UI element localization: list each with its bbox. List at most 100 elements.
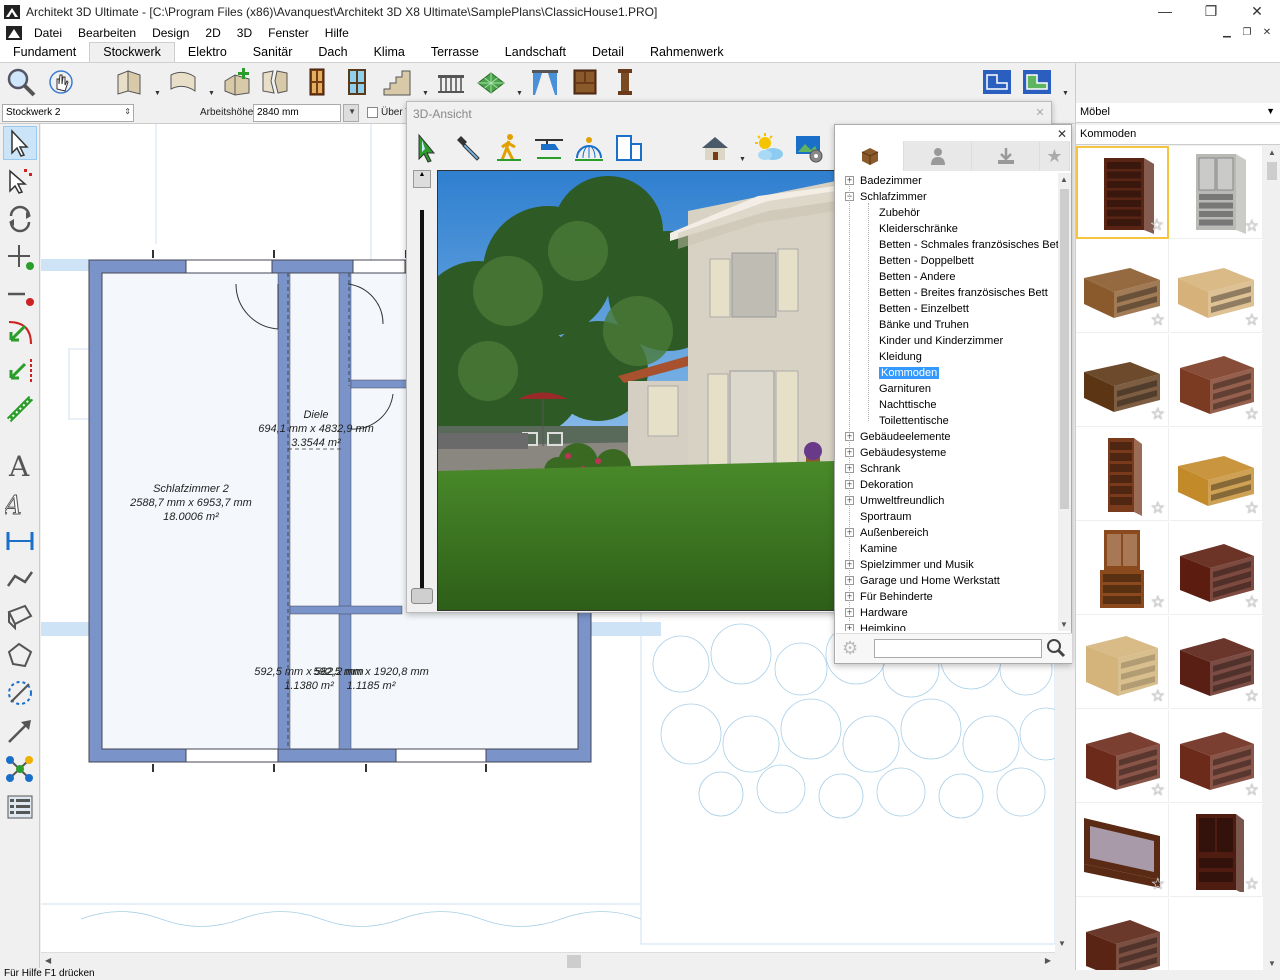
catalog-tree-scrollbar[interactable]: ▲ ▼ <box>1058 173 1071 631</box>
tree-item[interactable]: + Umweltfreundlich <box>845 493 944 509</box>
zoom-button[interactable] <box>4 65 38 99</box>
menu-3d[interactable]: 3D <box>229 26 260 40</box>
tab-detail[interactable]: Detail <box>579 43 637 62</box>
catalog-close-icon[interactable]: ✕ <box>1057 127 1067 141</box>
expand-icon[interactable]: + <box>845 624 854 631</box>
3d-render-button[interactable] <box>791 130 827 166</box>
tree-item[interactable]: − Schlafzimmer <box>845 189 927 205</box>
scroll-up-icon[interactable]: ▲ <box>1060 175 1068 184</box>
tree-item[interactable]: Betten - Einzelbett <box>879 301 969 317</box>
scroll-down-icon[interactable]: ▼ <box>1058 939 1066 948</box>
furniture-item[interactable]: ☆ <box>1076 616 1169 709</box>
working-height-input[interactable]: 2840 mm <box>253 104 341 122</box>
slider-up-icon[interactable]: ▲ <box>413 170 431 188</box>
3d-height-slider[interactable]: ▲ <box>409 170 435 611</box>
furniture-item[interactable]: ☆ <box>1076 710 1169 803</box>
curtain-button[interactable] <box>528 65 562 99</box>
tree-item[interactable]: Betten - Andere <box>879 269 955 285</box>
curved-wall-button[interactable] <box>166 65 200 99</box>
category-select[interactable]: Möbel ▼ <box>1076 103 1280 123</box>
floor-texture-button[interactable] <box>474 65 508 99</box>
furniture-item[interactable]: ☆ <box>1076 522 1169 615</box>
favorite-star-icon[interactable]: ☆ <box>1151 968 1165 970</box>
tree-item[interactable]: + Gebäudeelemente <box>845 429 951 445</box>
angled-text-tool[interactable]: A <box>3 486 37 520</box>
tree-item[interactable]: + Spielzimmer und Musik <box>845 557 974 573</box>
furniture-item[interactable]: ☆ <box>1076 146 1169 239</box>
favorite-star-icon[interactable]: ☆ <box>1150 215 1164 235</box>
railing-button[interactable] <box>434 65 468 99</box>
tab-catalog-objects[interactable] <box>836 141 904 171</box>
node-tool[interactable] <box>3 752 37 786</box>
furniture-item[interactable]: ☆ <box>1170 804 1263 897</box>
menu-hilfe[interactable]: Hilfe <box>317 26 357 40</box>
favorite-star-icon[interactable]: ☆ <box>1151 874 1165 894</box>
break-wall-button[interactable] <box>258 65 292 99</box>
text-tool[interactable]: A <box>3 448 37 482</box>
floor-dropdown-icon[interactable]: ▼ <box>516 90 523 97</box>
menu-datei[interactable]: Datei <box>26 26 70 40</box>
tree-item[interactable]: Sportraum <box>860 509 911 525</box>
tree-item[interactable]: + Außenbereich <box>845 525 929 541</box>
3d-house-button[interactable] <box>697 130 733 166</box>
door-button[interactable] <box>300 65 334 99</box>
tree-item[interactable]: Kleidung <box>879 349 922 365</box>
3d-select-button[interactable] <box>411 130 447 166</box>
working-height-dropdown[interactable]: ▼ <box>343 104 359 122</box>
3d-fly-button[interactable] <box>531 130 567 166</box>
tree-item[interactable]: Kleiderschränke <box>879 221 958 237</box>
line-tool[interactable] <box>3 562 37 596</box>
tab-stockwerk[interactable]: Stockwerk <box>89 42 175 62</box>
extend-tool[interactable] <box>3 354 37 388</box>
tree-item[interactable]: + Für Behinderte <box>845 589 933 605</box>
favorite-star-icon[interactable]: ☆ <box>1245 498 1259 518</box>
plan-view-button[interactable] <box>980 65 1014 99</box>
tree-item[interactable]: + Garage und Home Werkstatt <box>845 573 1000 589</box>
scroll-right-icon[interactable]: ▶ <box>1045 956 1051 965</box>
tree-item[interactable]: + Gebäudesysteme <box>845 445 946 461</box>
3d-walk-button[interactable] <box>491 130 527 166</box>
tree-item[interactable]: Betten - Schmales französisches Bett <box>879 237 1058 253</box>
walls-dropdown-icon[interactable]: ▼ <box>154 90 161 97</box>
furniture-item[interactable]: ☆ <box>1170 710 1263 803</box>
window-button[interactable] <box>340 65 374 99</box>
tree-item[interactable]: + Schrank <box>845 461 900 477</box>
room-label-diele[interactable]: Diele 694,1 mm x 4832,9 mm 3.3544 m² <box>246 408 386 450</box>
mdi-minimize-icon[interactable]: ▁ <box>1220 27 1234 39</box>
column-button[interactable] <box>608 65 642 99</box>
tree-item[interactable]: + Heimkino <box>845 621 906 631</box>
favorite-star-icon[interactable]: ☆ <box>1151 686 1165 706</box>
tree-item[interactable]: Toilettentische <box>879 413 949 429</box>
stairs-button[interactable] <box>380 65 414 99</box>
3d-plan-button[interactable] <box>611 130 647 166</box>
tab-catalog-favorites[interactable]: ★ <box>1040 141 1070 171</box>
rotate-tool[interactable] <box>3 202 37 236</box>
tree-item[interactable]: Garnituren <box>879 381 931 397</box>
room-label-small-2[interactable]: 592,5 mm x 1920,8 mm 1.1185 m² <box>306 665 436 693</box>
tab-catalog-user[interactable] <box>904 141 972 171</box>
tab-landschaft[interactable]: Landschaft <box>492 43 579 62</box>
favorite-star-icon[interactable]: ☆ <box>1151 780 1165 800</box>
tree-item[interactable]: Nachttische <box>879 397 936 413</box>
furniture-item[interactable]: ☆ <box>1076 898 1169 970</box>
tab-elektro[interactable]: Elektro <box>175 43 240 62</box>
menu-design[interactable]: Design <box>144 26 197 40</box>
favorite-star-icon[interactable]: ☆ <box>1151 404 1165 424</box>
tree-item[interactable]: Kommoden <box>879 365 940 381</box>
3d-view-close-icon[interactable]: ✕ <box>1033 106 1047 120</box>
tree-item[interactable]: Kamine <box>860 541 897 557</box>
tree-item[interactable]: + Badezimmer <box>845 173 922 189</box>
favorite-star-icon[interactable]: ☆ <box>1245 592 1259 612</box>
scroll-up-icon[interactable]: ▲ <box>1268 148 1276 157</box>
close-button[interactable]: ✕ <box>1234 3 1280 20</box>
cabinet-button[interactable] <box>568 65 602 99</box>
tree-item[interactable]: + Dekoration <box>845 477 913 493</box>
view-dropdown-icon[interactable]: ▼ <box>1062 90 1069 97</box>
scroll-thumb[interactable] <box>1267 162 1277 180</box>
3d-orbit-button[interactable] <box>571 130 607 166</box>
tab-catalog-download[interactable] <box>972 141 1040 171</box>
tab-klima[interactable]: Klima <box>361 43 418 62</box>
favorite-star-icon[interactable]: ☆ <box>1151 310 1165 330</box>
tab-sanitaer[interactable]: Sanitär <box>240 43 306 62</box>
tree-item[interactable]: Betten - Doppelbett <box>879 253 974 269</box>
